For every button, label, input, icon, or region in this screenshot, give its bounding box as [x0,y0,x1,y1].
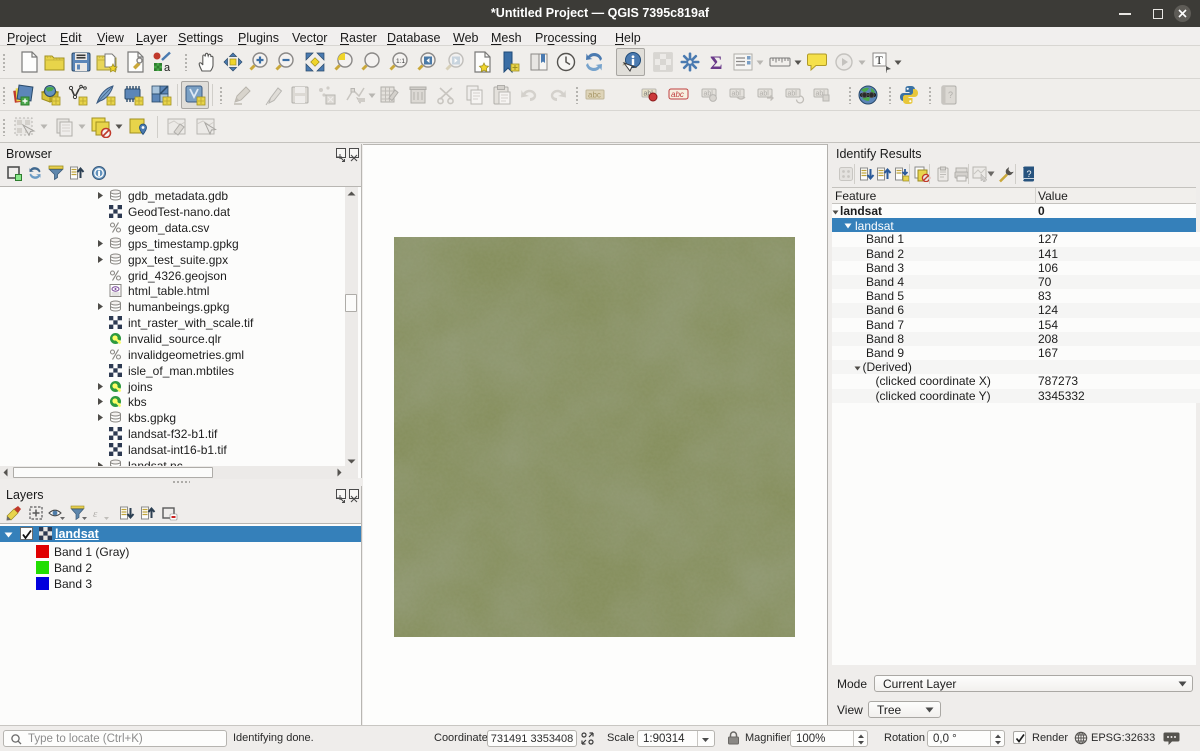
svg-text:abc: abc [588,91,601,100]
svg-text:Σ: Σ [710,53,722,73]
svg-text:abl: abl [760,91,770,98]
svg-text:ε: ε [93,508,98,520]
svg-text:abl: abl [788,91,798,98]
svg-text:a: a [164,62,171,73]
svg-text:abl: abl [732,91,742,98]
svg-text:T: T [876,53,884,67]
svg-text:?: ? [1027,169,1032,179]
svg-text:1:1: 1:1 [396,58,405,65]
svg-text:?: ? [948,90,953,100]
svg-text:abc: abc [671,90,684,99]
